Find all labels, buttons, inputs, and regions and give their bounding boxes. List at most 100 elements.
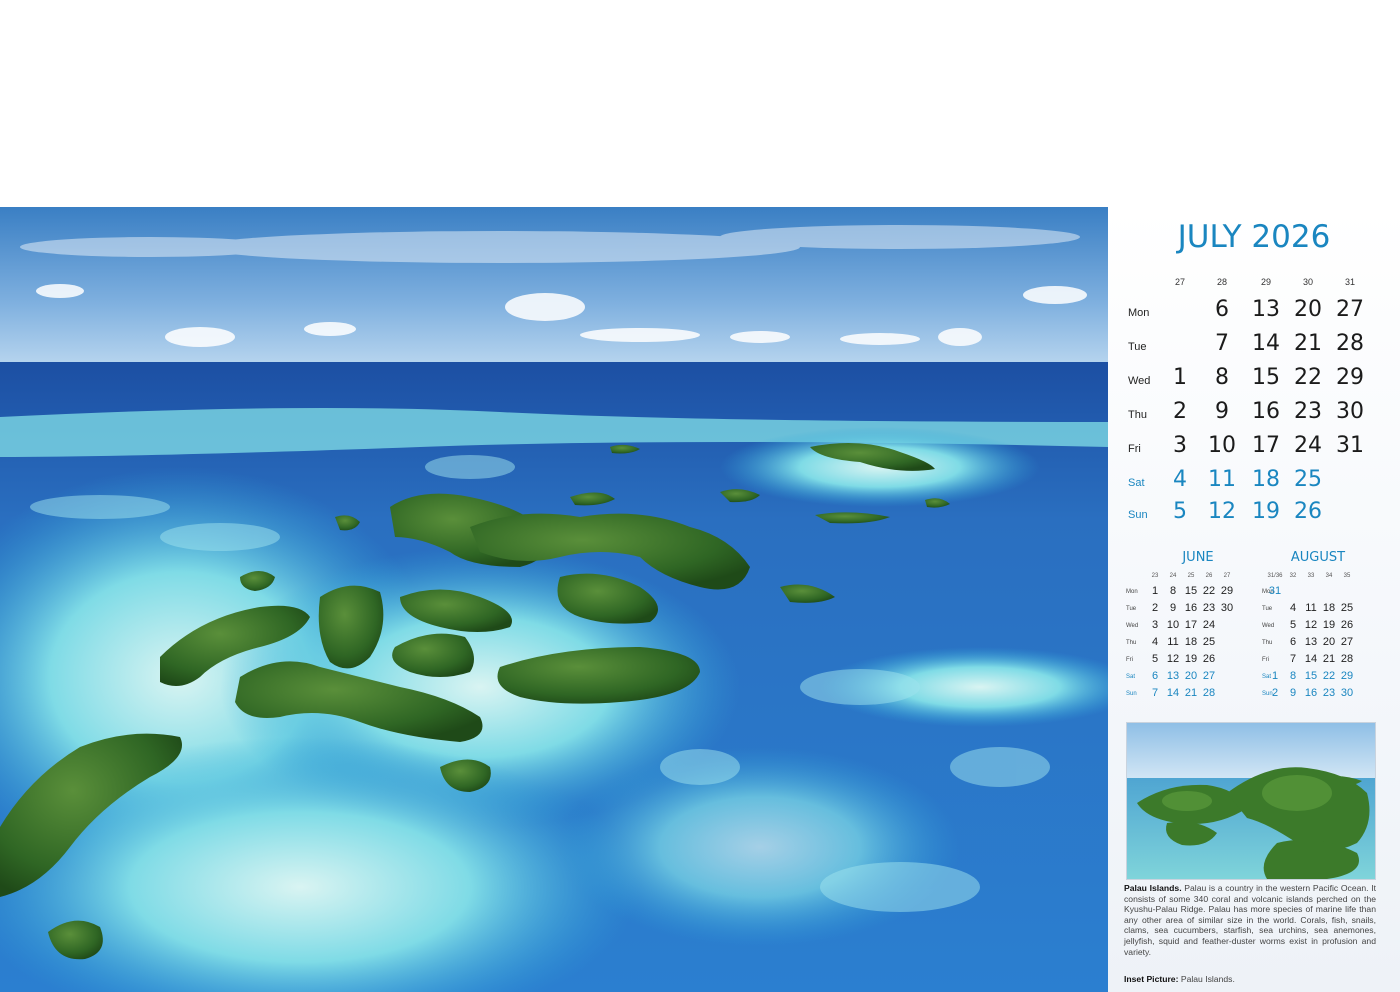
mini-day-number: 11: [1305, 602, 1317, 614]
week-number: 30: [1302, 277, 1313, 287]
day-number: 31: [1336, 433, 1364, 458]
mini-week-number: 24: [1169, 573, 1177, 579]
mini-week-number: 33: [1307, 573, 1315, 579]
mini-day-number: 5: [1151, 653, 1159, 665]
mini-day-number: 30: [1340, 687, 1354, 699]
caption-title: Palau Islands.: [1124, 883, 1182, 893]
mini-day-number: 20: [1184, 670, 1198, 682]
day-number: 21: [1294, 331, 1322, 356]
mini-day-number: 9: [1289, 687, 1297, 699]
day-number: 1: [1173, 365, 1187, 390]
mini-day-number: 6: [1151, 670, 1159, 682]
mini-day-number: 26: [1340, 619, 1354, 631]
day-number: 6: [1215, 297, 1229, 322]
caption-text: Palau Islands. Palau is a country in the…: [1124, 883, 1376, 957]
mini-day-number: 12: [1166, 653, 1180, 665]
weekday-label: Sun: [1128, 509, 1148, 521]
mini-day-number: 1: [1151, 585, 1159, 597]
day-number: 7: [1215, 331, 1229, 356]
mini-day-number: 2: [1151, 602, 1159, 614]
inset-credit-label: Inset Picture:: [1124, 974, 1179, 984]
main-photo: [0, 207, 1108, 992]
mini-day-number: 1: [1271, 670, 1279, 682]
mini-day-number: 23: [1202, 602, 1216, 614]
mini-day-number: 27: [1202, 670, 1216, 682]
day-number: 27: [1336, 297, 1364, 322]
mini-day-number: 14: [1166, 687, 1180, 699]
mini-day-number: 11: [1167, 636, 1179, 648]
day-number: 23: [1294, 399, 1322, 424]
caption-body: Palau is a country in the western Pacifi…: [1124, 883, 1376, 957]
mini-day-number: 9: [1169, 602, 1177, 614]
mini-day-number: 26: [1202, 653, 1216, 665]
mini-day-number: 29: [1340, 670, 1354, 682]
mini-day-number: 18: [1322, 602, 1336, 614]
mini-day-number: 23: [1322, 687, 1336, 699]
mini-day-number: 27: [1340, 636, 1354, 648]
mini-day-number: 24: [1202, 619, 1216, 631]
mini-weekday-label: Wed: [1262, 623, 1275, 629]
day-number: 9: [1215, 399, 1229, 424]
mini-day-number: 15: [1304, 670, 1318, 682]
mini-day-number: 3: [1151, 619, 1159, 631]
mini-day-number: 10: [1166, 619, 1180, 631]
mini-day-number: 25: [1340, 602, 1354, 614]
mini-day-number: 15: [1184, 585, 1198, 597]
mini-day-number: 7: [1151, 687, 1159, 699]
mini-weekday-label: Fri: [1262, 657, 1269, 663]
mini-day-number: 22: [1202, 585, 1216, 597]
weekday-label: Thu: [1128, 409, 1147, 421]
mini-week-number: 25: [1187, 573, 1195, 579]
mini-week-number: 34: [1325, 573, 1333, 579]
day-number: 16: [1252, 399, 1280, 424]
weekday-label: Sat: [1128, 477, 1145, 489]
weekday-label: Fri: [1128, 443, 1141, 455]
mini-day-number: 29: [1220, 585, 1234, 597]
palau-islands-aerial-illustration: [0, 207, 1108, 992]
mini-week-number: 35: [1343, 573, 1351, 579]
day-number: 20: [1294, 297, 1322, 322]
day-number: 10: [1208, 433, 1236, 458]
weekday-label: Tue: [1128, 341, 1147, 353]
mini-week-number: 23: [1151, 573, 1159, 579]
mini-week-number: 31/36: [1267, 573, 1283, 579]
inset-islands-illustration: [1127, 723, 1375, 879]
mini-day-number: 20: [1322, 636, 1336, 648]
mini-day-number: 6: [1289, 636, 1297, 648]
mini-weekday-label: Tue: [1262, 606, 1273, 612]
day-number: 24: [1294, 433, 1322, 458]
mini-day-number: 8: [1289, 670, 1297, 682]
weekday-label: Wed: [1128, 375, 1151, 387]
mini-day-number: 7: [1289, 653, 1297, 665]
day-number: 19: [1252, 499, 1280, 524]
day-number: 4: [1173, 467, 1187, 492]
day-number: 5: [1173, 499, 1187, 524]
mini-day-number: 28: [1202, 687, 1216, 699]
mini-day-number: 16: [1304, 687, 1318, 699]
mini-day-number: 21: [1184, 687, 1198, 699]
day-number: 14: [1252, 331, 1280, 356]
mini-day-number: 16: [1184, 602, 1198, 614]
mini-day-number: 30: [1220, 602, 1234, 614]
mini-day-number: 19: [1184, 653, 1198, 665]
week-number: 29: [1260, 277, 1271, 287]
mini-week-number: 32: [1289, 573, 1297, 579]
mini-weekday-label: Thu: [1126, 640, 1137, 646]
mini-weekday-label: Wed: [1126, 623, 1139, 629]
day-number: 30: [1336, 399, 1364, 424]
mini-day-number: 14: [1304, 653, 1318, 665]
mini-week-number: 27: [1223, 573, 1231, 579]
mini-weekday-label: Thu: [1262, 640, 1273, 646]
day-number: 29: [1336, 365, 1364, 390]
june-title: JUNE: [1182, 550, 1214, 565]
mini-day-number: 19: [1322, 619, 1336, 631]
august-title: AUGUST: [1290, 550, 1346, 565]
week-number: 28: [1216, 277, 1227, 287]
week-number: 31: [1344, 277, 1355, 287]
mini-week-number: 26: [1205, 573, 1213, 579]
inset-photo: [1126, 722, 1376, 880]
day-number: 26: [1294, 499, 1322, 524]
day-number: 28: [1336, 331, 1364, 356]
mini-day-number: 2: [1271, 687, 1279, 699]
calendar-panel: JULY 2026 27 28 29 30 31 Mon 6 13 20 27 Tue 7 14 21 28…: [1108, 207, 1400, 992]
